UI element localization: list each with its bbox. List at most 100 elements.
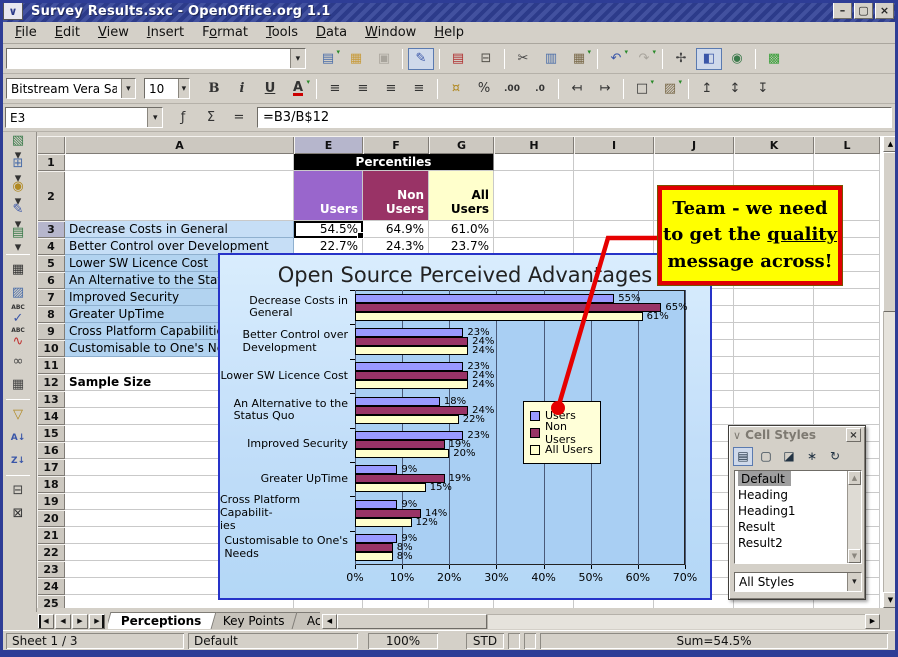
cell[interactable]	[654, 154, 734, 171]
currency-icon[interactable]: ¤	[443, 78, 469, 100]
name-box-dropdown-icon[interactable]: ▾	[147, 108, 162, 127]
scroll-up-icon[interactable]: ▲	[883, 136, 898, 152]
row-label-cell[interactable]: Decrease Costs in General	[65, 221, 294, 238]
navigator-icon[interactable]: ✢	[668, 48, 694, 70]
url-input[interactable]	[7, 49, 290, 68]
column-header-F[interactable]: F	[363, 136, 429, 154]
row-header-3[interactable]: 3	[37, 221, 65, 238]
cell[interactable]	[814, 357, 880, 374]
row-header-12[interactable]: 12	[37, 374, 65, 391]
cell[interactable]	[734, 154, 814, 171]
row-header-24[interactable]: 24	[37, 578, 65, 595]
edit-file-icon[interactable]: ✎	[408, 47, 434, 70]
function-wizard-icon[interactable]: ƒ	[170, 107, 196, 129]
row-header-13[interactable]: 13	[37, 391, 65, 408]
row-header-20[interactable]: 20	[37, 510, 65, 527]
align-left-icon[interactable]: ≡	[322, 78, 348, 100]
chart[interactable]: Open Source Perceived Advantages 0% 10% 20…	[218, 253, 712, 600]
cell[interactable]	[574, 171, 654, 221]
export-pdf-icon[interactable]: ▤	[445, 48, 471, 70]
cut-icon[interactable]: ✂	[510, 48, 536, 70]
font-size-input[interactable]	[145, 79, 178, 98]
title-bar[interactable]: ∨ Survey Results.sxc - OpenOffice.org 1.…	[0, 0, 898, 22]
align-center-icon[interactable]: ≡	[350, 78, 376, 100]
sheet-tab-perceptions[interactable]: Perceptions	[108, 612, 217, 629]
font-name-dropdown-icon[interactable]: ▾	[120, 79, 135, 98]
cell[interactable]	[494, 154, 574, 171]
close-button[interactable]: ×	[875, 2, 894, 19]
hyperlink-icon[interactable]: ◉	[724, 48, 750, 70]
row-header-6[interactable]: 6	[37, 272, 65, 289]
menu-insert[interactable]: Insert	[138, 23, 193, 42]
cell[interactable]	[734, 306, 814, 323]
align-center-vertical-icon[interactable]: ↕	[722, 78, 748, 100]
status-sum[interactable]: Sum=54.5%	[540, 633, 888, 649]
italic-icon[interactable]: i	[229, 78, 255, 100]
cell[interactable]	[494, 171, 574, 221]
add-decimal-icon[interactable]: .00	[499, 78, 525, 100]
font-size-combobox[interactable]: ▾	[144, 78, 190, 99]
value-cell[interactable]: 64.9%	[363, 221, 429, 238]
sort-descending-icon[interactable]: Z↓	[4, 449, 32, 472]
first-sheet-icon[interactable]: ◀	[38, 613, 54, 629]
redo-icon[interactable]: ↷ ▾	[631, 48, 657, 70]
row-header-19[interactable]: 19	[37, 493, 65, 510]
horizontal-scroll-thumb[interactable]	[337, 613, 487, 629]
style-filter-dropdown-icon[interactable]: ▾	[846, 573, 861, 591]
series-header-cell[interactable]: All Users	[429, 171, 494, 221]
status-modified-flag[interactable]	[524, 633, 536, 649]
group-icon[interactable]: ⊟	[4, 479, 32, 502]
cell[interactable]	[814, 289, 880, 306]
cell-styles-view-icon[interactable]: ▤	[733, 446, 753, 466]
page-styles-view-icon[interactable]: ▢	[756, 447, 776, 466]
column-header-G[interactable]: G	[429, 136, 494, 154]
column-header-K[interactable]: K	[734, 136, 814, 154]
menu-tools[interactable]: Tools	[257, 23, 307, 42]
cell-styles-panel[interactable]: ∨ Cell Styles × ▤ ▢ ◪ ∗ ↻ ▲ ▼ Default Heading…	[728, 425, 866, 600]
name-box[interactable]: ▾	[5, 107, 163, 128]
url-combobox[interactable]: ▾	[6, 48, 306, 69]
save-icon[interactable]: ▣	[371, 48, 397, 70]
menu-window[interactable]: Window	[356, 23, 425, 42]
menu-format[interactable]: Format	[193, 23, 257, 42]
select-all-corner[interactable]	[37, 136, 65, 154]
align-bottom-icon[interactable]: ↧	[750, 78, 776, 100]
style-item-default[interactable]: Default	[735, 471, 861, 487]
row-header-7[interactable]: 7	[37, 289, 65, 306]
row-header-4[interactable]: 4	[37, 238, 65, 255]
increase-indent-icon[interactable]: ↦	[592, 78, 618, 100]
value-cell[interactable]: 61.0%	[429, 221, 494, 238]
font-color-icon[interactable]: A ▾	[285, 78, 311, 100]
font-name-input[interactable]	[7, 79, 121, 98]
vertical-scroll-thumb[interactable]	[883, 152, 898, 312]
scroll-right-icon[interactable]: ▶	[865, 613, 880, 629]
decrease-indent-icon[interactable]: ↤	[564, 78, 590, 100]
cell[interactable]	[814, 306, 880, 323]
row-header-8[interactable]: 8	[37, 306, 65, 323]
series-header-cell[interactable]: Users	[294, 171, 363, 221]
bold-icon[interactable]: B	[201, 78, 227, 100]
cell[interactable]	[574, 154, 654, 171]
row-header-1[interactable]: 1	[37, 154, 65, 171]
align-right-icon[interactable]: ≡	[378, 78, 404, 100]
gallery-icon[interactable]: ▩	[761, 48, 787, 70]
menu-help[interactable]: Help	[425, 23, 473, 42]
new-style-from-selection-icon[interactable]: ∗	[802, 447, 822, 466]
menu-data[interactable]: Data	[307, 23, 356, 42]
next-sheet-icon[interactable]: ▶	[72, 613, 88, 629]
styles-scroll-down-icon[interactable]: ▼	[848, 549, 861, 563]
find-replace-icon[interactable]: ∞	[4, 350, 32, 373]
status-zoom[interactable]: 100%	[368, 633, 438, 649]
filter-icon[interactable]: ▽	[4, 403, 32, 426]
form-functions-icon[interactable]: ▤ ▾	[4, 225, 32, 255]
row-header-16[interactable]: 16	[37, 442, 65, 459]
column-header-A[interactable]: A	[65, 136, 294, 154]
menu-view[interactable]: View	[89, 23, 138, 42]
status-page-style[interactable]: Default	[188, 633, 358, 649]
row-header-15[interactable]: 15	[37, 425, 65, 442]
font-size-dropdown-icon[interactable]: ▾	[177, 79, 189, 98]
style-filter-dropdown[interactable]: ▾	[734, 572, 862, 592]
style-item-heading[interactable]: Heading	[735, 487, 861, 503]
row-header-21[interactable]: 21	[37, 527, 65, 544]
data-sources-icon[interactable]: ▦	[4, 373, 32, 396]
